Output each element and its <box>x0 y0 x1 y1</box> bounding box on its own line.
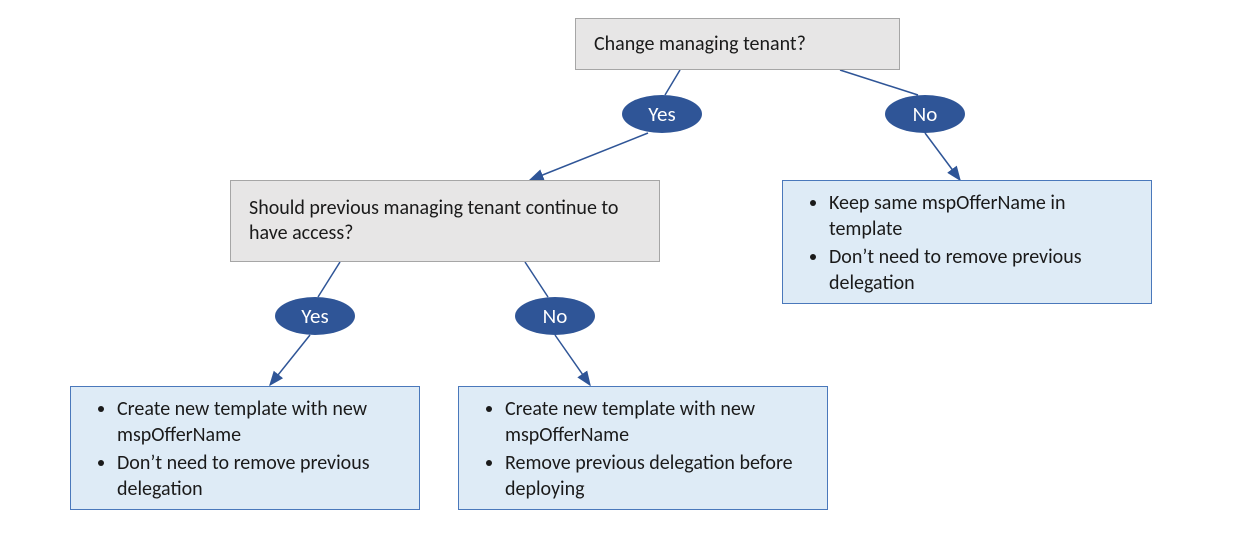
label-yes-1: Yes <box>622 95 702 133</box>
decision-previous-tenant-access: Should previous managing tenant continue… <box>230 180 660 262</box>
label-yes-2: Yes <box>275 297 355 335</box>
pill-text: Yes <box>301 303 328 329</box>
pill-text: No <box>913 101 938 127</box>
label-no-2: No <box>515 297 595 335</box>
outcome-bullet: Don’t need to remove previous delegation <box>829 243 1135 297</box>
outcome-list: Create new template with new mspOfferNam… <box>469 395 811 503</box>
outcome-bullet: Create new template with new mspOfferNam… <box>505 395 811 449</box>
decision-text: Should previous managing tenant continue… <box>249 196 641 246</box>
outcome-bullet: Remove previous delegation before deploy… <box>505 449 811 503</box>
outcome-yes-no: Create new template with new mspOfferNam… <box>458 386 828 510</box>
pill-text: Yes <box>648 101 675 127</box>
outcome-list: Keep same mspOfferName in template Don’t… <box>793 189 1135 297</box>
pill-text: No <box>543 303 568 329</box>
decision-change-managing-tenant: Change managing tenant? <box>575 18 900 70</box>
decision-text: Change managing tenant? <box>594 32 806 57</box>
outcome-no: Keep same mspOfferName in template Don’t… <box>782 180 1152 304</box>
outcome-bullet: Don’t need to remove previous delegation <box>117 449 403 503</box>
outcome-yes-yes: Create new template with new mspOfferNam… <box>70 386 420 510</box>
outcome-bullet: Keep same mspOfferName in template <box>829 189 1135 243</box>
outcome-list: Create new template with new mspOfferNam… <box>81 395 403 503</box>
outcome-bullet: Create new template with new mspOfferNam… <box>117 395 403 449</box>
label-no-1: No <box>885 95 965 133</box>
